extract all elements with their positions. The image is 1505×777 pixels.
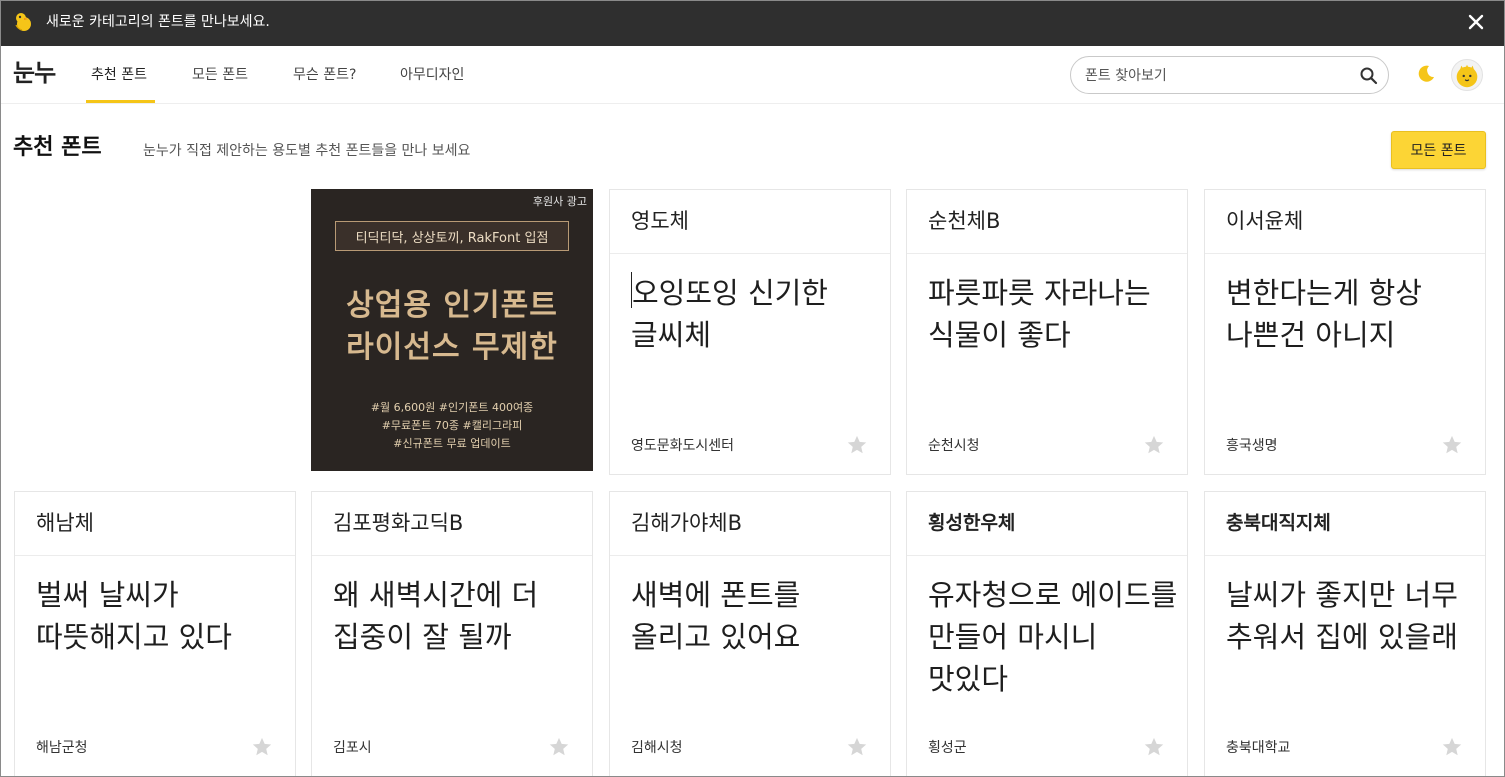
ad-banner-text: 티딕티닥, 상상토끼, RakFont 입점 <box>335 221 569 251</box>
font-card[interactable]: 횡성한우체 유자청으로 에이드를 만들어 마시니 맛있다 횡성군 <box>906 491 1188 776</box>
font-card[interactable]: 김해가야체B 새벽에 폰트를 올리고 있어요 김해시청 <box>609 491 891 776</box>
star-icon[interactable] <box>1441 736 1463 758</box>
font-maker: 흥국생명 <box>1226 438 1278 454</box>
nav-tab-all-fonts[interactable]: 모든 폰트 <box>192 66 248 84</box>
font-preview-text: 유자청으로 에이드를 만들어 마시니 맛있다 <box>928 578 1178 696</box>
sponsored-ad[interactable]: 후원사 광고 티딕티닥, 상상토끼, RakFont 입점 상업용 인기폰트 라… <box>311 189 593 471</box>
font-preview-text: 새벽에 폰트를 올리고 있어요 <box>631 578 801 654</box>
font-preview-value: 오잉또잉 신기한 글씨체 <box>631 276 828 352</box>
ad-headline-line1: 상업용 인기폰트 <box>346 288 558 323</box>
star-icon[interactable] <box>1143 434 1165 456</box>
star-icon[interactable] <box>846 434 868 456</box>
star-icon[interactable] <box>1143 736 1165 758</box>
font-name: 횡성한우체 <box>907 492 1187 556</box>
all-fonts-button[interactable]: 모든 폰트 <box>1391 131 1486 169</box>
ad-headline: 상업용 인기폰트 라이선스 무제한 <box>311 285 593 369</box>
font-maker: 충북대학교 <box>1226 740 1291 756</box>
font-card[interactable]: 순천체B 파릇파릇 자라나는 식물이 좋다 순천시청 <box>906 189 1188 475</box>
ad-headline-line2: 라이선스 무제한 <box>346 330 558 365</box>
font-name: 김포평화고딕B <box>312 492 592 556</box>
nav-tab-recommended[interactable]: 추천 폰트 <box>91 66 147 84</box>
notice-bar: 새로운 카테고리의 폰트를 만나보세요. <box>1 1 1504 46</box>
page-title: 추천 폰트 <box>13 135 102 160</box>
font-maker: 횡성군 <box>928 740 967 756</box>
font-name: 영도체 <box>610 190 890 254</box>
duck-avatar-icon <box>1456 64 1478 88</box>
dark-mode-moon-icon[interactable] <box>1415 63 1437 85</box>
font-preview-text: 변한다는게 항상 나쁜건 아니지 <box>1226 276 1422 352</box>
nav-tab-which-font[interactable]: 무슨 폰트? <box>293 66 356 84</box>
search-input[interactable] <box>1085 66 1345 86</box>
active-tab-indicator <box>86 100 155 103</box>
font-maker: 김해시청 <box>631 740 683 756</box>
font-preview-text: 파릇파릇 자라나는 식물이 좋다 <box>928 276 1151 352</box>
close-icon[interactable] <box>1465 11 1487 33</box>
star-icon[interactable] <box>548 736 570 758</box>
ad-tags-line3: #신규폰트 무료 업데이트 <box>393 437 511 450</box>
font-maker: 해남군청 <box>36 740 88 756</box>
font-card[interactable]: 충북대직지체 날씨가 좋지만 너무 추워서 집에 있을래 충북대학교 <box>1204 491 1486 776</box>
notice-text: 새로운 카테고리의 폰트를 만나보세요. <box>46 14 270 30</box>
star-icon[interactable] <box>846 736 868 758</box>
ad-tags-line1: #월 6,600원 #인기폰트 400여종 <box>370 401 534 414</box>
site-logo[interactable]: 눈누 <box>13 58 56 88</box>
font-name: 순천체B <box>907 190 1187 254</box>
ad-tags-line2: #무료폰트 70종 #캘리그라피 <box>381 419 523 432</box>
star-icon[interactable] <box>251 736 273 758</box>
font-name: 충북대직지체 <box>1205 492 1485 556</box>
page-subtitle: 눈누가 직접 제안하는 용도별 추천 폰트들을 만나 보세요 <box>143 143 471 159</box>
font-name: 이서윤체 <box>1205 190 1485 254</box>
duck-emoji-icon <box>15 13 31 31</box>
font-card[interactable]: 이서윤체 변한다는게 항상 나쁜건 아니지 흥국생명 <box>1204 189 1486 475</box>
nav-tab-amudesign[interactable]: 아무디자인 <box>400 66 464 84</box>
user-avatar[interactable] <box>1451 59 1483 91</box>
font-preview-text: 벌써 날씨가 따뜻해지고 있다 <box>36 578 232 654</box>
font-card[interactable]: 영도체 오잉또잉 신기한 글씨체 영도문화도시센터 <box>609 189 891 475</box>
ad-label: 후원사 광고 <box>532 195 587 208</box>
ad-tags: #월 6,600원 #인기폰트 400여종 #무료폰트 70종 #캘리그라피 #… <box>311 399 593 453</box>
star-icon[interactable] <box>1441 434 1463 456</box>
font-maker: 영도문화도시센터 <box>631 438 735 454</box>
font-card[interactable]: 김포평화고딕B 왜 새벽시간에 더 집중이 잘 될까 김포시 <box>311 491 593 776</box>
top-nav: 눈누 추천 폰트 모든 폰트 무슨 폰트? 아무디자인 <box>1 46 1504 104</box>
font-name: 김해가야체B <box>610 492 890 556</box>
font-card[interactable]: 해남체 벌써 날씨가 따뜻해지고 있다 해남군청 <box>14 491 296 776</box>
font-maker: 김포시 <box>333 740 372 756</box>
font-preview-text: 왜 새벽시간에 더 집중이 잘 될까 <box>333 578 539 654</box>
font-preview-text: 날씨가 좋지만 너무 추워서 집에 있을래 <box>1226 578 1458 654</box>
search-icon[interactable] <box>1359 66 1379 86</box>
app-window: 새로운 카테고리의 폰트를 만나보세요. 눈누 추천 폰트 모든 폰트 무슨 폰… <box>0 0 1505 777</box>
font-maker: 순천시청 <box>928 438 980 454</box>
font-name: 해남체 <box>15 492 295 556</box>
search-box <box>1070 56 1389 94</box>
font-preview-text: 오잉또잉 신기한 글씨체 <box>631 272 881 356</box>
